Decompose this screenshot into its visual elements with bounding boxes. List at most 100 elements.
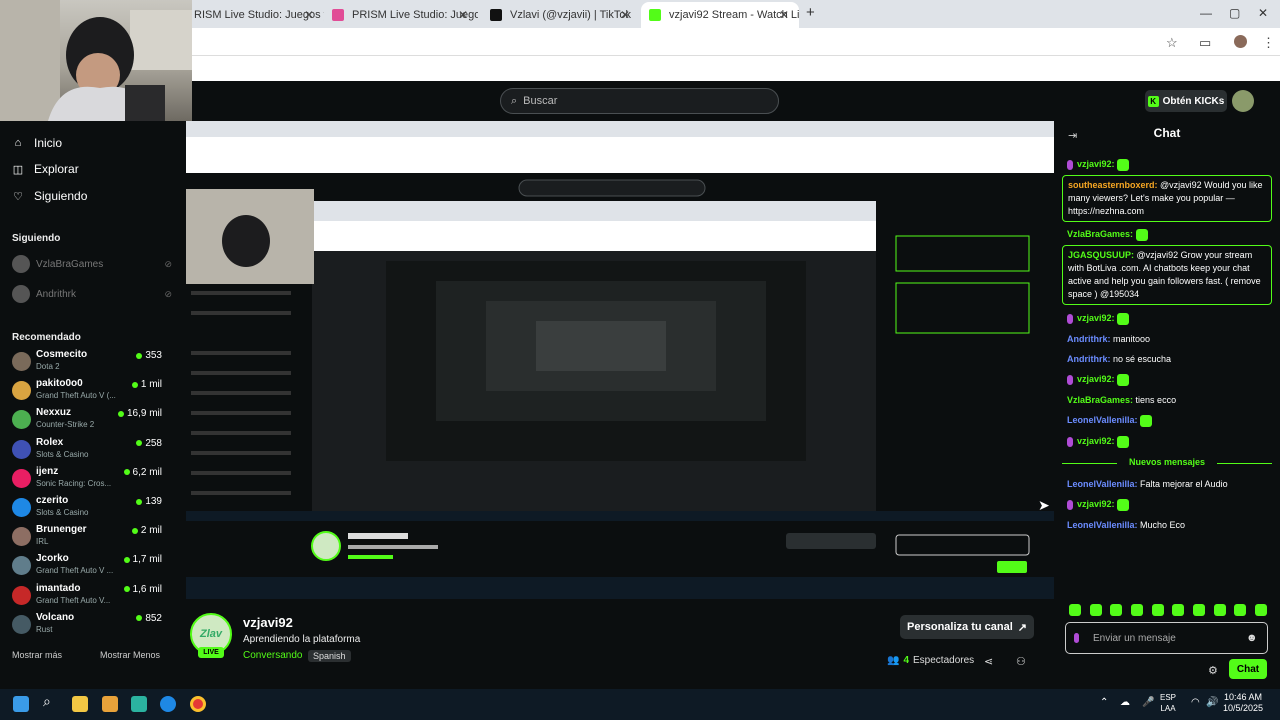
send-chat-button[interactable]: Chat [1229,659,1267,679]
chat-username[interactable]: vzjavi92: [1077,499,1115,509]
emote-icon[interactable] [1254,604,1267,616]
live-dot-icon [123,556,130,563]
recommended-channel[interactable]: Rolex Slots & Casino 258 [12,435,162,463]
channel-name[interactable]: vzjavi92 [243,615,293,630]
chat-username[interactable]: VzlaBraGames: [1067,395,1133,405]
customize-channel-button[interactable]: Personaliza tu canal ↗ [900,615,1034,639]
file-explorer-icon[interactable] [72,696,88,712]
emote-icon[interactable] [1172,604,1185,616]
get-kicks-button[interactable]: K Obtén KICKs [1145,90,1227,112]
new-tab-button[interactable]: + [806,4,815,21]
chat-settings-gear-icon[interactable]: ⚙ [1208,664,1218,677]
chat-username[interactable]: southeasternboxerd: [1068,180,1158,190]
edge-icon[interactable] [160,696,176,712]
tiktok-favicon-icon [490,9,502,21]
emote-icon[interactable] [1110,604,1123,616]
recommended-heading: Recomendado [12,332,81,343]
show-less-link[interactable]: Mostrar Menos [100,650,160,660]
recommended-channel[interactable]: Brunenger IRL 2 mil [12,522,162,550]
chat-username[interactable]: LeonelVallenilla: [1067,415,1138,425]
chat-username[interactable]: vzjavi92: [1077,374,1115,384]
emote-icon[interactable] [1213,604,1226,616]
menu-dots-icon[interactable]: ⋮ [1262,35,1275,51]
cloud-icon[interactable]: ☁ [1120,697,1130,708]
channel-game: Dota 2 [36,362,60,371]
chat-username[interactable]: Andrithrk: [1067,334,1111,344]
tab-close-icon[interactable]: ✕ [458,8,468,22]
emoji-picker-icon[interactable]: ☻ [1246,632,1258,644]
language-tag[interactable]: Spanish [308,650,351,662]
recommended-channel[interactable]: pakito0o0 Grand Theft Auto V (... 1 mil [12,376,162,404]
show-more-link[interactable]: Mostrar más [12,650,62,660]
browser-tab-2[interactable]: PRISM Live Studio: Juegos y vid ✕ [324,2,478,28]
emote-icon[interactable] [1130,604,1143,616]
tab-close-icon[interactable]: ✕ [620,8,630,22]
chat-username[interactable]: vzjavi92: [1077,159,1115,169]
add-user-icon[interactable]: ⚇ [1016,655,1026,668]
following-item[interactable]: VzlaBraGames ⊘ [12,255,172,273]
chrome-icon[interactable] [190,696,206,712]
recommended-channel[interactable]: Volcano Rust 852 [12,610,162,638]
taskbar-search-icon[interactable]: ⌕ [43,693,59,709]
emote-icon[interactable] [1069,604,1081,616]
browser-tab-3[interactable]: Vzlavi (@vzjavii) | TikTok ✕ [482,2,640,28]
chat-username[interactable]: VzlaBraGames: [1067,229,1133,239]
video-player[interactable] [186,121,1054,599]
bookmark-star-icon[interactable]: ☆ [1166,35,1178,51]
viewer-count: 258 [136,438,162,449]
nav-explore[interactable]: ◫ Explorar [12,162,79,176]
app-icon[interactable] [131,696,147,712]
emote-icon[interactable] [1089,604,1102,616]
tray-chevron-icon[interactable]: ⌃ [1100,697,1108,708]
channel-name: ijenz [36,465,59,477]
app-icon[interactable] [102,696,118,712]
cast-icon[interactable]: ▭ [1199,35,1211,51]
profile-avatar-icon[interactable] [1234,35,1247,48]
viewer-label: Espectadores [913,655,975,666]
recommended-channel[interactable]: imantado Grand Theft Auto V... 1,6 mil [12,581,162,609]
browser-tab-1[interactable]: RISM Live Studio: Juegos y vid ✕ [186,2,324,28]
wifi-icon[interactable]: ◠ [1191,697,1200,708]
user-badge-icon [1067,313,1073,324]
minimize-icon[interactable]: — [1200,6,1212,20]
chat-username[interactable]: vzjavi92: [1077,436,1115,446]
emote-icon[interactable] [1192,604,1205,616]
mic-icon[interactable]: 🎤 [1142,697,1154,708]
get-kicks-label: Obtén KICKs [1162,95,1225,107]
chat-input[interactable]: Enviar un mensaje [1065,622,1268,654]
recommended-channel[interactable]: Jcorko Grand Theft Auto V ... 1,7 mil [12,551,162,579]
emote-icon[interactable] [1234,604,1247,616]
recommended-channel[interactable]: Cosmecito Dota 2 353 [12,347,162,375]
close-window-icon[interactable]: ✕ [1258,6,1268,20]
volume-icon[interactable]: 🔊 [1206,697,1218,708]
chat-username[interactable]: vzjavi92: [1077,313,1115,323]
address-bar[interactable] [0,28,1280,56]
language-indicator[interactable]: ESP LAA [1160,692,1176,714]
chat-username[interactable]: LeonelVallenilla: [1067,520,1138,530]
share-icon[interactable]: ⋖ [984,655,993,668]
chat-message: LeonelVallenilla: [1067,414,1272,427]
following-name: Andrithrk [36,288,77,300]
windows-start-icon[interactable] [13,696,29,712]
maximize-icon[interactable]: ▢ [1229,6,1240,20]
chat-username[interactable]: JGASQUSUUP: [1068,250,1134,260]
following-heading: Siguiendo [12,233,61,244]
chat-message: LeonelVallenilla: Mucho Eco [1067,519,1272,532]
system-clock[interactable]: 10:46 AM 10/5/2025 [1218,692,1268,714]
user-avatar[interactable] [1232,90,1254,112]
nav-home[interactable]: ⌂ Inicio [12,136,62,150]
new-messages-divider: Nuevos mensajes [1062,457,1272,469]
following-item[interactable]: Andrithrk ⊘ [12,285,172,303]
recommended-channel[interactable]: czerito Slots & Casino 139 [12,493,162,521]
search-input[interactable]: ⌕ Buscar [500,88,779,114]
nav-following[interactable]: ♡ Siguiendo [12,189,87,203]
recommended-channel[interactable]: ijenz Sonic Racing: Cros... 6,2 mil [12,464,162,492]
tab-close-icon[interactable]: ✕ [779,8,789,22]
tab-close-icon[interactable]: ✕ [304,8,314,22]
chat-username[interactable]: LeonelVallenilla: [1067,479,1138,489]
browser-tab-4[interactable]: vzjavi92 Stream - Watch Live on ✕ [641,2,799,28]
chat-username[interactable]: Andrithrk: [1067,354,1111,364]
stream-category[interactable]: Conversando [243,650,302,661]
recommended-channel[interactable]: Nexxuz Counter-Strike 2 16,9 mil [12,405,162,433]
emote-icon[interactable] [1151,604,1164,616]
